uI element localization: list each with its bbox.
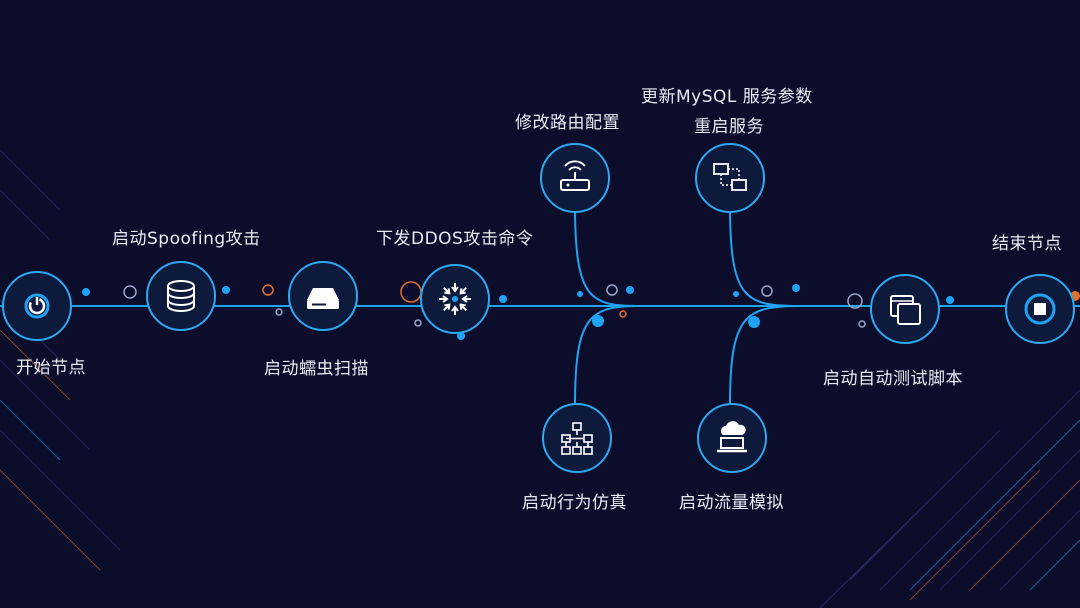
ddos-node bbox=[420, 264, 490, 334]
decoration-stroke bbox=[969, 479, 1080, 591]
ddos-node-label: 下发DDOS攻击命令 bbox=[376, 229, 534, 249]
behavior-node-label: 启动行为仿真 bbox=[522, 493, 627, 513]
traffic-node bbox=[697, 403, 767, 473]
test-node-label: 启动自动测试脚本 bbox=[823, 369, 963, 389]
decoration-stroke bbox=[819, 469, 961, 608]
decoration-stroke bbox=[999, 509, 1080, 591]
connector-ring bbox=[400, 281, 422, 303]
stop-square bbox=[1034, 303, 1046, 315]
decoration-stroke bbox=[0, 149, 61, 211]
workflow-diagram: 开始节点 启动Spoofing攻击 启动蠕虫扫描 下发DDOS攻击命令 修改路由… bbox=[0, 0, 1080, 608]
end-node-label: 结束节点 bbox=[992, 234, 1062, 254]
start-node-circle bbox=[2, 271, 72, 341]
connector-dot bbox=[499, 295, 507, 303]
decoration-stroke bbox=[1029, 539, 1080, 591]
decoration-stroke bbox=[939, 449, 1080, 591]
connector-ring bbox=[275, 308, 283, 316]
connector-ring bbox=[858, 320, 866, 328]
connector-dot bbox=[222, 286, 230, 294]
connector-dot bbox=[592, 315, 604, 327]
mysql-node-label: 更新MySQL 服务参数 bbox=[641, 87, 813, 107]
connector-dot bbox=[748, 316, 760, 328]
start-node-label: 开始节点 bbox=[16, 358, 86, 378]
decoration-stroke bbox=[0, 399, 61, 461]
mysql-branch-line bbox=[729, 204, 801, 307]
mysql-node-circle bbox=[695, 143, 765, 213]
decoration-stroke bbox=[0, 189, 51, 241]
spoof-node-circle bbox=[146, 261, 216, 331]
decoration-stroke bbox=[909, 469, 1041, 601]
converge-arrows-icon bbox=[439, 283, 471, 315]
decoration-stroke bbox=[0, 469, 101, 571]
traffic-branch-line bbox=[729, 305, 801, 406]
router-led bbox=[566, 183, 570, 187]
start-node bbox=[2, 271, 72, 341]
behavior-branch-line bbox=[574, 305, 641, 406]
connector-ring bbox=[262, 284, 274, 296]
traffic-node-label: 启动流量模拟 bbox=[679, 493, 784, 513]
connector-ring bbox=[606, 284, 618, 296]
connector-dot bbox=[626, 286, 634, 294]
connector-dot bbox=[946, 296, 954, 304]
connector-dot bbox=[577, 291, 583, 297]
spoof-node bbox=[146, 261, 216, 331]
behavior-node bbox=[542, 403, 612, 473]
decoration-stroke bbox=[0, 429, 121, 551]
mysql-node-label-2: 重启服务 bbox=[694, 117, 764, 137]
connector-ring bbox=[761, 285, 773, 297]
router-node-label: 修改路由配置 bbox=[515, 113, 620, 133]
hard-drive-icon bbox=[307, 288, 339, 309]
connector-ring bbox=[619, 310, 627, 318]
worm-node-label: 启动蠕虫扫描 bbox=[264, 359, 369, 379]
router-node bbox=[540, 143, 610, 213]
connector-dot bbox=[733, 291, 739, 297]
window-front bbox=[897, 303, 921, 325]
connector-ring bbox=[123, 285, 137, 299]
decoration-stroke bbox=[879, 389, 1080, 591]
nodes bbox=[2, 143, 1075, 473]
mysql-node bbox=[695, 143, 765, 213]
connector-dot bbox=[82, 288, 90, 296]
worm-node bbox=[288, 261, 358, 331]
connector-dot bbox=[792, 284, 800, 292]
connector-ring bbox=[414, 319, 422, 327]
diagram-canvas bbox=[0, 143, 1080, 608]
test-node bbox=[870, 274, 940, 344]
end-node bbox=[1005, 274, 1075, 344]
arrow-center bbox=[452, 296, 458, 302]
spoof-node-label: 启动Spoofing攻击 bbox=[112, 229, 261, 249]
